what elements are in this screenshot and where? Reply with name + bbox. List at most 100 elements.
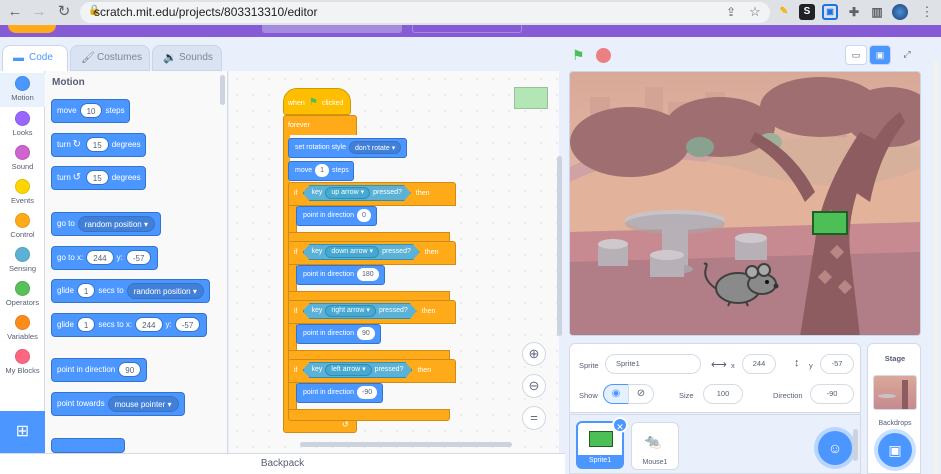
workspace-vertical-scrollbar[interactable] (557, 156, 562, 336)
key-pressed-sensing-block[interactable]: key left arrow ▾ pressed? (303, 362, 413, 378)
move-steps-block[interactable]: move 1 steps (288, 161, 354, 181)
sprite-list-scrollbar[interactable] (853, 429, 858, 461)
degrees-input[interactable]: 15 (85, 170, 109, 186)
project-title-field[interactable] (262, 25, 402, 33)
if-block-top[interactable]: if key down arrow ▾ pressed? then (288, 241, 456, 265)
go-to-xy-block[interactable]: go to x: 244 y: -57 (51, 246, 158, 270)
browser-menu-icon[interactable]: ⋮ (918, 3, 936, 21)
profile-avatar[interactable] (892, 4, 908, 20)
go-to-block[interactable]: go to random position ▾ (51, 212, 162, 236)
add-extension-button[interactable]: ⊞ (0, 411, 45, 453)
y-position-field[interactable]: -57 (820, 354, 854, 374)
zoom-in-button[interactable]: ⊕ (522, 342, 546, 366)
key-dropdown[interactable]: down arrow ▾ (325, 246, 379, 258)
sprite-card-mouse1[interactable]: 🐀 Mouse1 (631, 422, 679, 470)
turn-left-block[interactable]: turn ↺ 15 degrees (51, 166, 147, 190)
partial-motion-block[interactable] (51, 438, 125, 453)
category-control[interactable]: Control (0, 211, 45, 239)
key-pressed-sensing-block[interactable]: key right arrow ▾ pressed? (303, 303, 417, 319)
scratch-logo[interactable] (8, 25, 56, 33)
fullscreen-button[interactable]: ⤢ (896, 45, 918, 65)
go-to-target-dropdown[interactable]: random position ▾ (77, 215, 155, 232)
category-operators[interactable]: Operators (0, 279, 45, 307)
key-dropdown[interactable]: right arrow ▾ (325, 305, 376, 317)
key-pressed-sensing-block[interactable]: key down arrow ▾ pressed? (303, 244, 420, 260)
steps-input[interactable]: 10 (79, 103, 103, 119)
secs-input[interactable]: 1 (76, 283, 96, 299)
capture-extension-icon[interactable]: ▣ (822, 4, 838, 20)
point-towards-block[interactable]: point towards mouse pointer ▾ (51, 392, 185, 416)
glide-target-dropdown[interactable]: random position ▾ (126, 282, 204, 299)
show-visible-button[interactable]: ◉ (603, 384, 629, 404)
when-flag-clicked-block[interactable]: when ⚑ clicked (283, 88, 351, 115)
point-in-direction-block[interactable]: point in direction 90 (296, 324, 381, 344)
category-looks[interactable]: Looks (0, 109, 45, 137)
delete-sprite-button[interactable]: ✕ (612, 417, 628, 433)
tab-costumes[interactable]: 🖌 Costumes (70, 45, 150, 71)
direction-input[interactable]: -90 (356, 385, 378, 399)
sprite-name-field[interactable]: Sprite1 (605, 354, 701, 374)
glide-to-block[interactable]: glide 1 secs to random position ▾ (51, 279, 211, 303)
bookmark-star-icon[interactable]: ☆ (746, 3, 764, 21)
mouse-sprite[interactable] (700, 260, 782, 308)
workspace-horizontal-scrollbar[interactable] (300, 442, 512, 447)
x-input[interactable]: 244 (135, 317, 163, 333)
x-input[interactable]: 244 (86, 250, 114, 266)
zoom-reset-button[interactable]: = (522, 406, 546, 430)
forward-icon[interactable]: → (30, 3, 48, 21)
direction-input[interactable]: 180 (356, 267, 379, 281)
choose-backdrop-button[interactable]: ▣ (878, 433, 912, 467)
x-position-field[interactable]: 244 (742, 354, 776, 374)
rotation-style-dropdown[interactable]: don't rotate ▾ (348, 140, 402, 154)
stage-selector-panel[interactable]: Stage Backdrops ▣ (867, 343, 921, 474)
zoom-out-button[interactable]: ⊖ (522, 374, 546, 398)
back-icon[interactable]: ← (6, 3, 24, 21)
move-steps-block[interactable]: move 10 steps (51, 99, 131, 123)
steps-input[interactable]: 1 (315, 163, 330, 177)
pencil-extension-icon[interactable]: ✎ (776, 4, 792, 20)
key-dropdown[interactable]: up arrow ▾ (325, 187, 370, 199)
direction-input[interactable]: 0 (356, 208, 371, 222)
category-variables[interactable]: Variables (0, 313, 45, 341)
category-events[interactable]: Events (0, 177, 45, 205)
key-pressed-sensing-block[interactable]: key up arrow ▾ pressed? (303, 185, 411, 201)
y-input[interactable]: -57 (174, 317, 201, 333)
point-in-direction-block[interactable]: point in direction 180 (296, 265, 385, 285)
if-block-top[interactable]: if key left arrow ▾ pressed? then (288, 359, 456, 383)
turn-right-block[interactable]: turn ↻ 15 degrees (51, 133, 147, 157)
share-icon[interactable]: ⇪ (722, 3, 740, 21)
small-stage-button[interactable]: ▭ (845, 45, 867, 65)
page-scrollbar[interactable] (933, 60, 939, 474)
reload-icon[interactable]: ↻ (55, 3, 73, 21)
normal-stage-button[interactable]: ▣ (869, 45, 891, 65)
s-extension-icon[interactable]: S (799, 4, 815, 20)
sprite1-green-rectangle[interactable] (812, 211, 848, 235)
backpack-bar[interactable]: Backpack (0, 453, 565, 474)
side-panel-icon[interactable]: ▥ (869, 4, 885, 20)
y-input[interactable]: -57 (125, 250, 152, 266)
choose-sprite-button[interactable]: ☺ (818, 431, 852, 465)
direction-input[interactable]: 90 (356, 326, 375, 340)
size-field[interactable]: 100 (703, 384, 743, 404)
direction-field[interactable]: -90 (810, 384, 854, 404)
if-block-top[interactable]: if key right arrow ▾ pressed? then (288, 300, 456, 324)
key-dropdown[interactable]: left arrow ▾ (325, 364, 371, 376)
category-sound[interactable]: Sound (0, 143, 45, 171)
category-my-blocks[interactable]: My Blocks (0, 347, 45, 375)
secs-input[interactable]: 1 (76, 317, 96, 333)
tab-sounds[interactable]: 🔉 Sounds (152, 45, 222, 71)
stage-canvas[interactable] (569, 71, 921, 336)
stop-button[interactable] (596, 48, 611, 63)
category-sensing[interactable]: Sensing (0, 245, 45, 273)
tab-code[interactable]: ▬ Code (2, 45, 68, 71)
hide-button[interactable]: ⊘ (628, 384, 654, 404)
direction-input[interactable]: 90 (118, 362, 142, 378)
degrees-input[interactable]: 15 (85, 137, 109, 153)
category-motion[interactable]: Motion (0, 73, 45, 107)
puzzle-extensions-icon[interactable]: ✚ (846, 4, 862, 20)
point-in-direction-block[interactable]: point in direction 0 (296, 206, 377, 226)
share-button[interactable] (412, 25, 522, 33)
green-flag-button[interactable]: ⚑ (572, 47, 585, 64)
point-in-direction-block[interactable]: point in direction 90 (51, 358, 148, 382)
point-in-direction-block[interactable]: point in direction -90 (296, 383, 384, 403)
